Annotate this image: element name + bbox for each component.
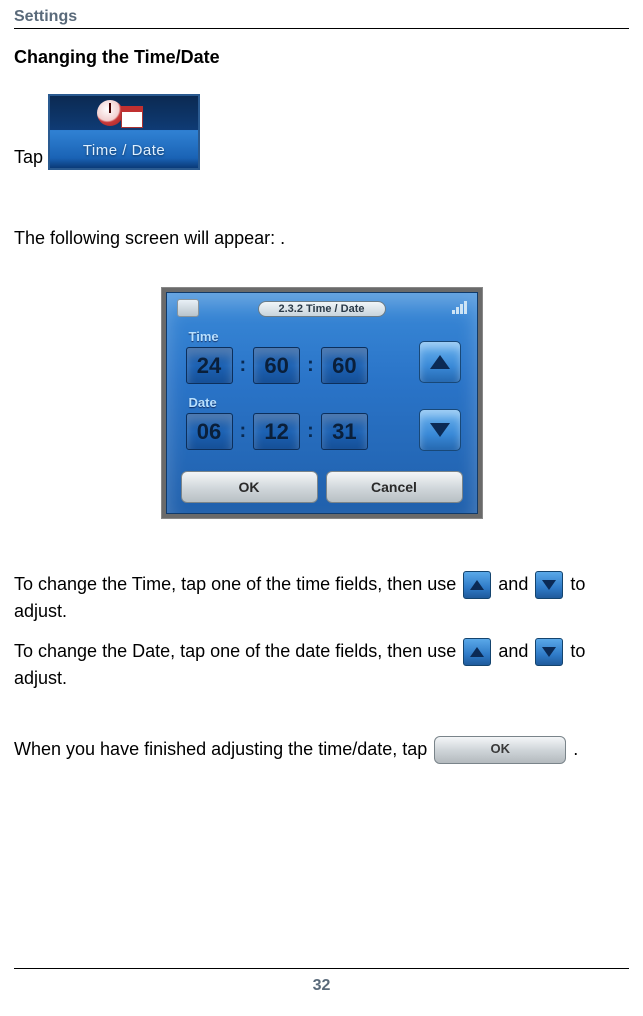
screen-title: 2.3.2 Time / Date [257,301,385,317]
time-label: Time [189,329,219,344]
page-header: Settings [14,8,629,29]
calendar-icon [121,106,143,128]
timedate-tile-label: Time / Date [50,140,198,161]
cancel-button: Cancel [326,471,463,503]
finish-paragraph: When you have finished adjusting the tim… [14,736,629,764]
home-icon [177,299,199,317]
date-1: 06 [186,413,233,450]
date-2: 12 [253,413,300,450]
time-sec: 60 [321,347,368,384]
signal-icon [452,301,467,314]
page-number: 32 [0,969,643,1007]
tap-instruction: Tap Time / Date [14,94,629,170]
following-text: The following screen will appear: . [14,226,629,251]
arrow-down-button [419,409,461,451]
date-row: 06 : 12 : 31 [185,413,369,450]
time-row: 24 : 60 : 60 [185,347,369,384]
triangle-down-icon [430,423,450,437]
inline-arrow-down-icon [535,638,563,666]
tap-word: Tap [14,147,43,167]
inline-arrow-up-icon [463,571,491,599]
change-time-paragraph: To change the Time, tap one of the time … [14,571,629,624]
ok-button: OK [181,471,318,503]
date-label: Date [189,395,217,410]
arrow-up-button [419,341,461,383]
inline-arrow-down-icon [535,571,563,599]
date-3: 31 [321,413,368,450]
timedate-tile: Time / Date [48,94,200,170]
time-min: 60 [253,347,300,384]
inline-arrow-up-icon [463,638,491,666]
clock-icon [97,100,123,126]
settings-screenshot: 2.3.2 Time / Date Time 24 : 60 : 60 Date… [161,287,483,519]
time-hour: 24 [186,347,233,384]
triangle-up-icon [430,355,450,369]
inline-ok-button: OK [434,736,566,764]
section-title: Changing the Time/Date [14,47,629,68]
change-date-paragraph: To change the Date, tap one of the date … [14,638,629,691]
